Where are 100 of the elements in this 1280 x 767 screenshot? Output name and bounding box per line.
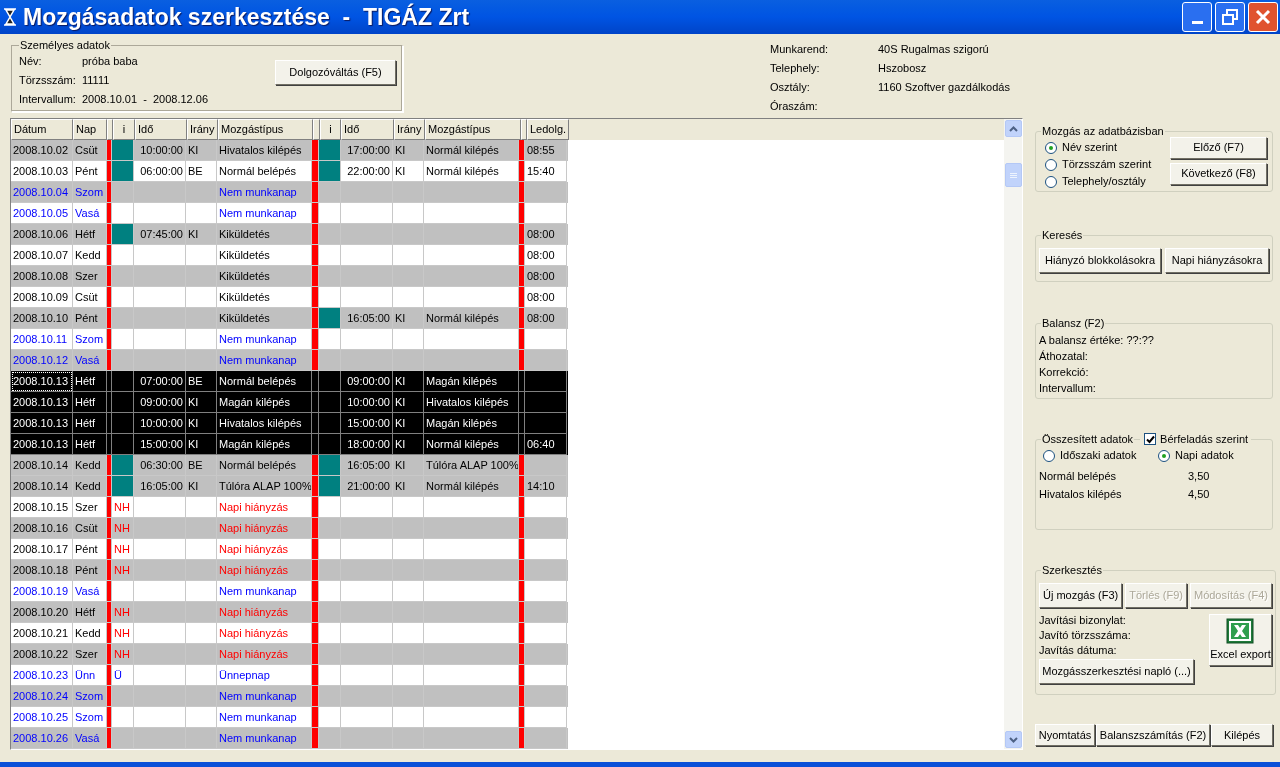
summary-label: Hivatalos kilépés xyxy=(1039,487,1123,503)
table-row[interactable]: 2008.10.21 Kedd NH Napi hiányzás xyxy=(11,623,568,644)
summary-label: Normál belépés xyxy=(1039,469,1118,485)
button[interactable]: Napi hiányzásokra xyxy=(1165,247,1269,273)
table-row[interactable]: 2008.10.13 Hétf 09:00:00 KI Magán kilépés 10:00:00 KI Hivatalos kilépés xyxy=(11,392,568,413)
field-value: 40S Rugalmas szigorú xyxy=(878,41,989,57)
column-header[interactable]: Idő xyxy=(341,119,394,140)
correction-label: Javítás dátuma: xyxy=(1039,642,1118,657)
excel-export-button[interactable]: Excel export xyxy=(1208,613,1272,666)
table-row[interactable]: 2008.10.08 Szer Kiküldetés 08:00 xyxy=(11,266,568,287)
radio-label: Telephely/osztály xyxy=(1062,174,1146,190)
table-row[interactable]: 2008.10.03 Pént 06:00:00 BE Normál belépés 22:00:00 KI Normál kilépés 15:40 xyxy=(11,161,568,182)
table-row[interactable]: 2008.10.13 Hétf 15:00:00 KI Magán kilépés 18:00:00 KI Normál kilépés 06:40 xyxy=(11,434,568,455)
field-label: Óraszám: xyxy=(770,98,819,114)
table-row[interactable]: 2008.10.10 Pént Kiküldetés 16:05:00 KI Normál kilépés 08:00 xyxy=(11,308,568,329)
button[interactable]: Előző (F7) xyxy=(1170,136,1267,159)
table-cell xyxy=(525,728,567,749)
table-cell xyxy=(134,728,186,749)
spreadsheet-icon xyxy=(1226,618,1255,644)
radio-button[interactable] xyxy=(1045,141,1057,154)
table-row[interactable]: 2008.10.07 Kedd Kiküldetés 08:00 xyxy=(11,245,568,266)
group-title: Összesített adatok xyxy=(1041,432,1135,447)
checkbox[interactable] xyxy=(1144,433,1157,446)
column-header[interactable]: Nap xyxy=(73,119,107,140)
balance-line: A balansz értéke: ??:?? xyxy=(1039,332,1155,346)
table-row[interactable]: 2008.10.15 Szer NH Napi hiányzás xyxy=(11,497,568,518)
balance-line: Intervallum: xyxy=(1039,380,1097,394)
column-header[interactable] xyxy=(313,119,320,140)
group-title: Balansz (F2) xyxy=(1041,316,1106,331)
field-label: Telephely: xyxy=(770,60,821,76)
field-value: 1160 Szoftver gazdálkodás xyxy=(878,79,1010,95)
column-header[interactable]: Ledolg. xyxy=(527,119,569,140)
close-icon xyxy=(1254,8,1272,26)
radio-button[interactable] xyxy=(1045,175,1057,188)
table-row[interactable]: 2008.10.13 Hétf 10:00:00 KI Hivatalos kilépés 15:00:00 KI Magán kilépés xyxy=(11,413,568,434)
scrollbar-thumb[interactable] xyxy=(1004,163,1022,187)
table-row[interactable]: 2008.10.04 Szom Nem munkanap xyxy=(11,182,568,203)
column-header[interactable]: Irány xyxy=(394,119,425,140)
button[interactable]: Hiányzó blokkolásokra xyxy=(1039,247,1162,273)
column-header[interactable]: Mozgástípus xyxy=(218,119,313,140)
table-row[interactable]: 2008.10.17 Pént NH Napi hiányzás xyxy=(11,539,568,560)
table-row[interactable]: 2008.10.12 Vasá Nem munkanap xyxy=(11,350,568,371)
group-title: Személyes adatok xyxy=(19,38,111,53)
balance-line: Korrekció: xyxy=(1039,364,1090,378)
table-row[interactable]: 2008.10.24 Szom Nem munkanap xyxy=(11,686,568,707)
button[interactable]: Következő (F8) xyxy=(1170,162,1267,185)
table-row[interactable]: 2008.10.06 Hétf 07:45:00 KI Kiküldetés 08:00 xyxy=(11,224,568,245)
field-value: 2008.10.01 - 2008.12.06 xyxy=(82,92,208,108)
close-button[interactable] xyxy=(1248,2,1278,32)
button[interactable]: Mozgásszerkesztési napló (...) xyxy=(1039,658,1194,684)
table-row[interactable]: 2008.10.16 Csüt NH Napi hiányzás xyxy=(11,518,568,539)
button[interactable]: Dolgozóváltás (F5) xyxy=(275,59,396,85)
table-row[interactable]: 2008.10.22 Szer NH Napi hiányzás xyxy=(11,644,568,665)
column-header[interactable]: i xyxy=(113,119,135,140)
table-row[interactable]: 2008.10.13 Hétf 07:00:00 BE Normál belépés 09:00:00 KI Magán kilépés xyxy=(11,371,568,392)
column-header[interactable]: i xyxy=(320,119,341,140)
button[interactable]: Balanszszámítás (F2) xyxy=(1096,724,1210,746)
table-row[interactable]: 2008.10.02 Csüt 10:00:00 KI Hivatalos kilépés 17:00:00 KI Normál kilépés 08:55 xyxy=(11,140,568,161)
table-row[interactable]: 2008.10.11 Szom Nem munkanap xyxy=(11,329,568,350)
button[interactable]: Nyomtatás xyxy=(1035,724,1095,746)
field-label: Név: xyxy=(19,54,43,70)
hourglass-icon xyxy=(3,8,17,26)
minimize-button[interactable] xyxy=(1182,2,1212,32)
column-header[interactable] xyxy=(107,119,113,140)
table-row[interactable]: 2008.10.20 Hétf NH Napi hiányzás xyxy=(11,602,568,623)
radio-label: Időszaki adatok xyxy=(1060,448,1137,464)
column-header[interactable]: Irány xyxy=(187,119,218,140)
field-label: Osztály: xyxy=(770,79,811,95)
summary-value: 4,50 xyxy=(1188,487,1210,503)
checkbox-label: Bérfeladás szerint xyxy=(1160,432,1249,447)
table-cell: 2008.10.26 xyxy=(11,728,73,749)
restore-button[interactable] xyxy=(1215,2,1245,32)
table-row[interactable]: 2008.10.25 Szom Nem munkanap xyxy=(11,707,568,728)
column-header[interactable]: Dátum xyxy=(11,119,73,140)
field-value: próba baba xyxy=(82,54,138,70)
column-header[interactable]: Mozgástípus xyxy=(425,119,521,140)
table-row[interactable]: 2008.10.14 Kedd 06:30:00 BE Normál belépés 16:05:00 KI Túlóra ALAP 100% xyxy=(11,455,568,476)
radio-label: Név szerint xyxy=(1062,140,1118,156)
column-header[interactable] xyxy=(521,119,527,140)
column-header[interactable]: Idő xyxy=(135,119,187,140)
button[interactable]: Új mozgás (F3) xyxy=(1039,582,1123,608)
field-label: Törzsszám: xyxy=(19,73,77,89)
table-row[interactable]: 2008.10.19 Vasá Nem munkanap xyxy=(11,581,568,602)
scroll-up-button[interactable] xyxy=(1004,120,1022,137)
table-row[interactable]: 2008.10.14 Kedd 16:05:00 KI Túlóra ALAP 100% 21:00:00 KI Normál kilépés 14:10 xyxy=(11,476,568,497)
table-row[interactable]: 2008.10.18 Pént NH Napi hiányzás xyxy=(11,560,568,581)
radio-button[interactable] xyxy=(1158,449,1170,462)
group-title: Mozgás az adatbázisban xyxy=(1041,124,1165,139)
radio-button[interactable] xyxy=(1045,158,1057,171)
table-row[interactable]: 2008.10.26 Vasá Nem munkanap xyxy=(11,728,568,749)
table-row[interactable]: 2008.10.09 Csüt Kiküldetés 08:00 xyxy=(11,287,568,308)
scroll-down-button[interactable] xyxy=(1004,731,1022,748)
window-title: Mozgásadatok szerkesztése - TIGÁZ Zrt xyxy=(23,2,470,32)
table-row[interactable]: 2008.10.05 Vasá Nem munkanap xyxy=(11,203,568,224)
summary-value: 3,50 xyxy=(1188,469,1210,485)
correction-label: Javítási bizonylat: xyxy=(1039,612,1127,627)
table-row[interactable]: 2008.10.23 Ünn Ü Ünnepnap xyxy=(11,665,568,686)
radio-button[interactable] xyxy=(1043,449,1055,462)
table-cell: 2008.10.13 xyxy=(11,371,73,392)
button[interactable]: Kilépés xyxy=(1211,724,1273,746)
